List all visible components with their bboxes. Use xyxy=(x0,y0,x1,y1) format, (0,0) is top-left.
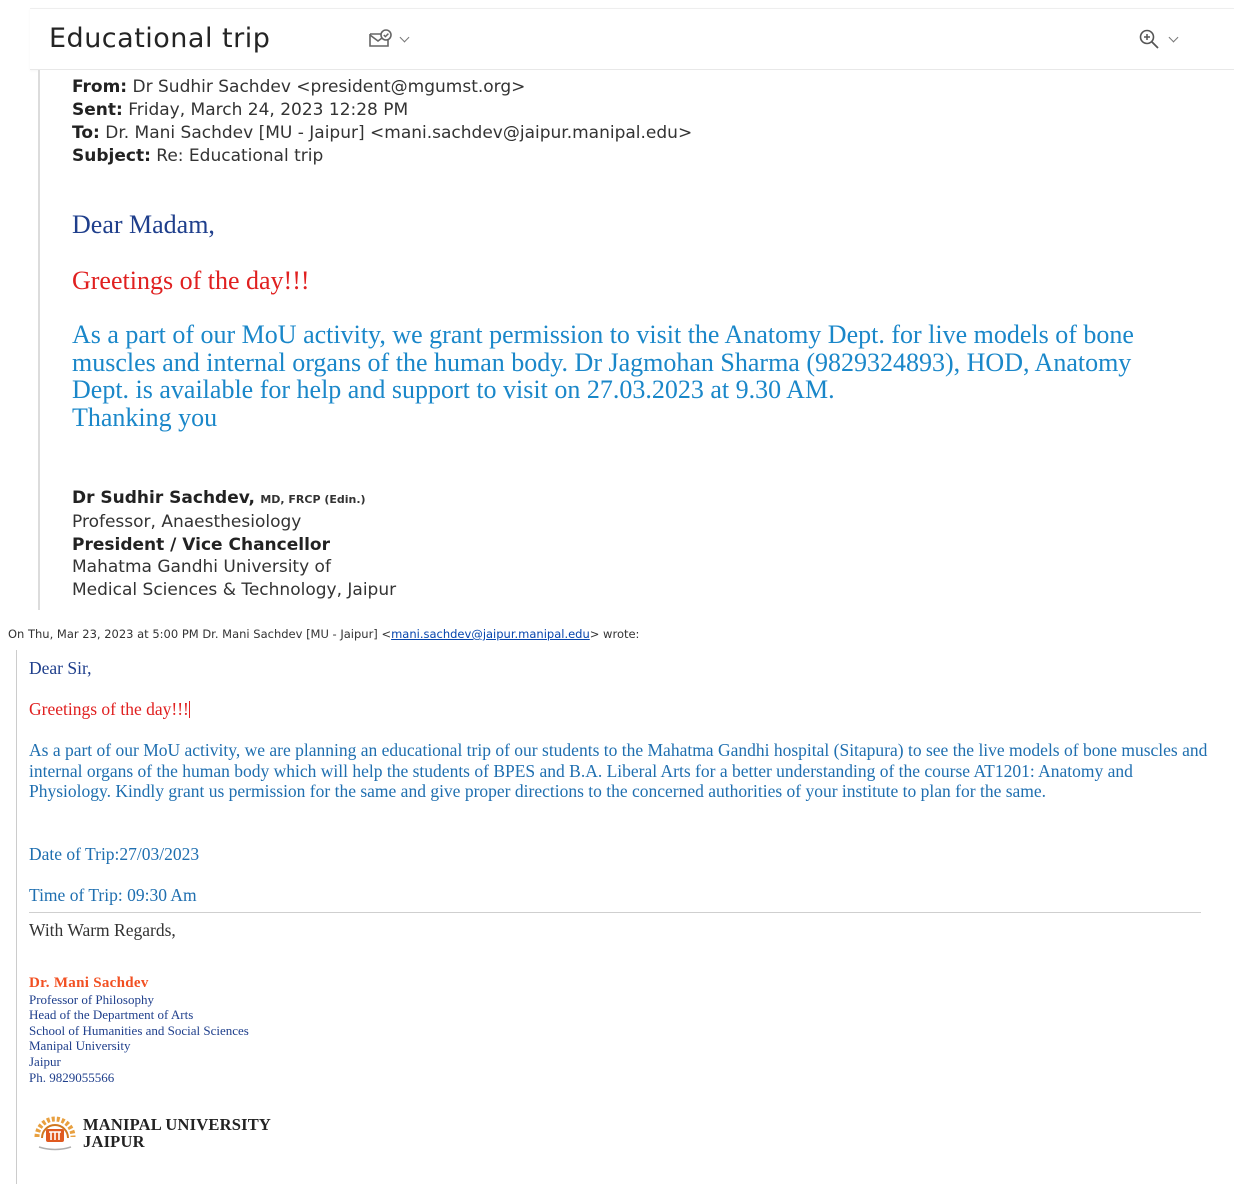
signature-credentials: MD, FRCP (Edin.) xyxy=(260,493,366,506)
subject-line: Subject: Re: Educational trip xyxy=(72,146,324,166)
university-name: MANIPAL UNIVERSITY JAIPUR xyxy=(83,1115,272,1151)
divider xyxy=(29,912,1201,913)
quoted-salutation: Dear Sir, xyxy=(29,658,92,678)
text-cursor xyxy=(188,701,191,718)
sent-date: Friday, March 24, 2023 12:28 PM xyxy=(128,100,409,120)
signature-line: President / Vice Chancellor xyxy=(72,534,330,555)
signature-line: Head of the Department of Arts xyxy=(29,1007,194,1023)
reply-salutation: Dear Madam, xyxy=(72,210,215,239)
trip-time: Time of Trip: 09:30 Am xyxy=(29,885,197,905)
quoted-message: Dear Sir, Greetings of the day!!! As a p… xyxy=(16,650,1226,1184)
envelope-summary-icon xyxy=(369,29,392,47)
chevron-down-icon xyxy=(399,32,410,42)
quoted-regards: With Warm Regards, xyxy=(29,920,176,940)
quoted-body: As a part of our MoU activity, we are pl… xyxy=(29,740,1209,802)
recipient[interactable]: Dr. Mani Sachdev [MU - Jaipur] <mani.sac… xyxy=(105,123,692,143)
signature-line: School of Humanities and Social Sciences xyxy=(29,1022,249,1038)
from-line: From: Dr Sudhir Sachdev <president@mgums… xyxy=(72,77,526,97)
quoted-greeting: Greetings of the day!!! xyxy=(29,699,191,719)
signature-line: Jaipur xyxy=(29,1053,61,1069)
sender[interactable]: Dr Sudhir Sachdev <president@mgumst.org> xyxy=(133,77,526,97)
reply-greeting: Greetings of the day!!! xyxy=(72,266,310,295)
reply-closing: Thanking you xyxy=(72,402,218,432)
reading-pane-header: Educational trip xyxy=(30,8,1234,70)
signature-line: Mahatma Gandhi University of xyxy=(72,557,331,578)
sent-line: Sent: Friday, March 24, 2023 12:28 PM xyxy=(72,100,409,120)
trip-date: Date of Trip:27/03/2023 xyxy=(29,844,200,864)
quoted-sender-email-link[interactable]: mani.sachdev@jaipur.manipal.edu xyxy=(391,627,590,641)
signature-line: Professor of Philosophy xyxy=(29,991,154,1007)
quoted-body-text: As a part of our MoU activity, we are pl… xyxy=(29,740,1208,802)
signature-name: Dr Sudhir Sachdev, xyxy=(72,488,255,508)
chevron-down-icon xyxy=(1168,32,1179,42)
message-metadata: From: Dr Sudhir Sachdev <president@mgums… xyxy=(72,76,692,168)
subject-value: Re: Educational trip xyxy=(156,146,324,166)
to-line: To: Dr. Mani Sachdev [MU - Jaipur] <mani… xyxy=(72,123,693,143)
signature-line: Manipal University xyxy=(29,1038,131,1054)
email-subject-title: Educational trip xyxy=(49,23,271,54)
signature-phone: Ph. 9829055566 xyxy=(29,1069,115,1085)
zoom-button[interactable] xyxy=(1138,28,1179,50)
university-emblem-icon xyxy=(34,1116,76,1151)
zoom-in-icon xyxy=(1139,29,1159,49)
signature-line: Professor, Anaesthesiology xyxy=(72,512,302,533)
summary-button[interactable] xyxy=(367,28,410,50)
reply-message: From: Dr Sudhir Sachdev <president@mgums… xyxy=(38,70,1234,610)
quote-header: On Thu, Mar 23, 2023 at 5:00 PM Dr. Mani… xyxy=(8,627,640,641)
quoted-signature: Dr. Mani Sachdev Professor of Philosophy… xyxy=(29,975,249,1085)
reply-signature: Dr Sudhir Sachdev, MD, FRCP (Edin.) Prof… xyxy=(72,487,396,601)
reply-body: As a part of our MoU activity, we grant … xyxy=(72,321,1152,431)
reply-body-text: As a part of our MoU activity, we grant … xyxy=(72,320,1134,404)
university-logo: MANIPAL UNIVERSITY JAIPUR xyxy=(33,1113,271,1153)
signature-line: Medical Sciences & Technology, Jaipur xyxy=(72,579,397,600)
signature-name: Dr. Mani Sachdev xyxy=(29,975,149,991)
